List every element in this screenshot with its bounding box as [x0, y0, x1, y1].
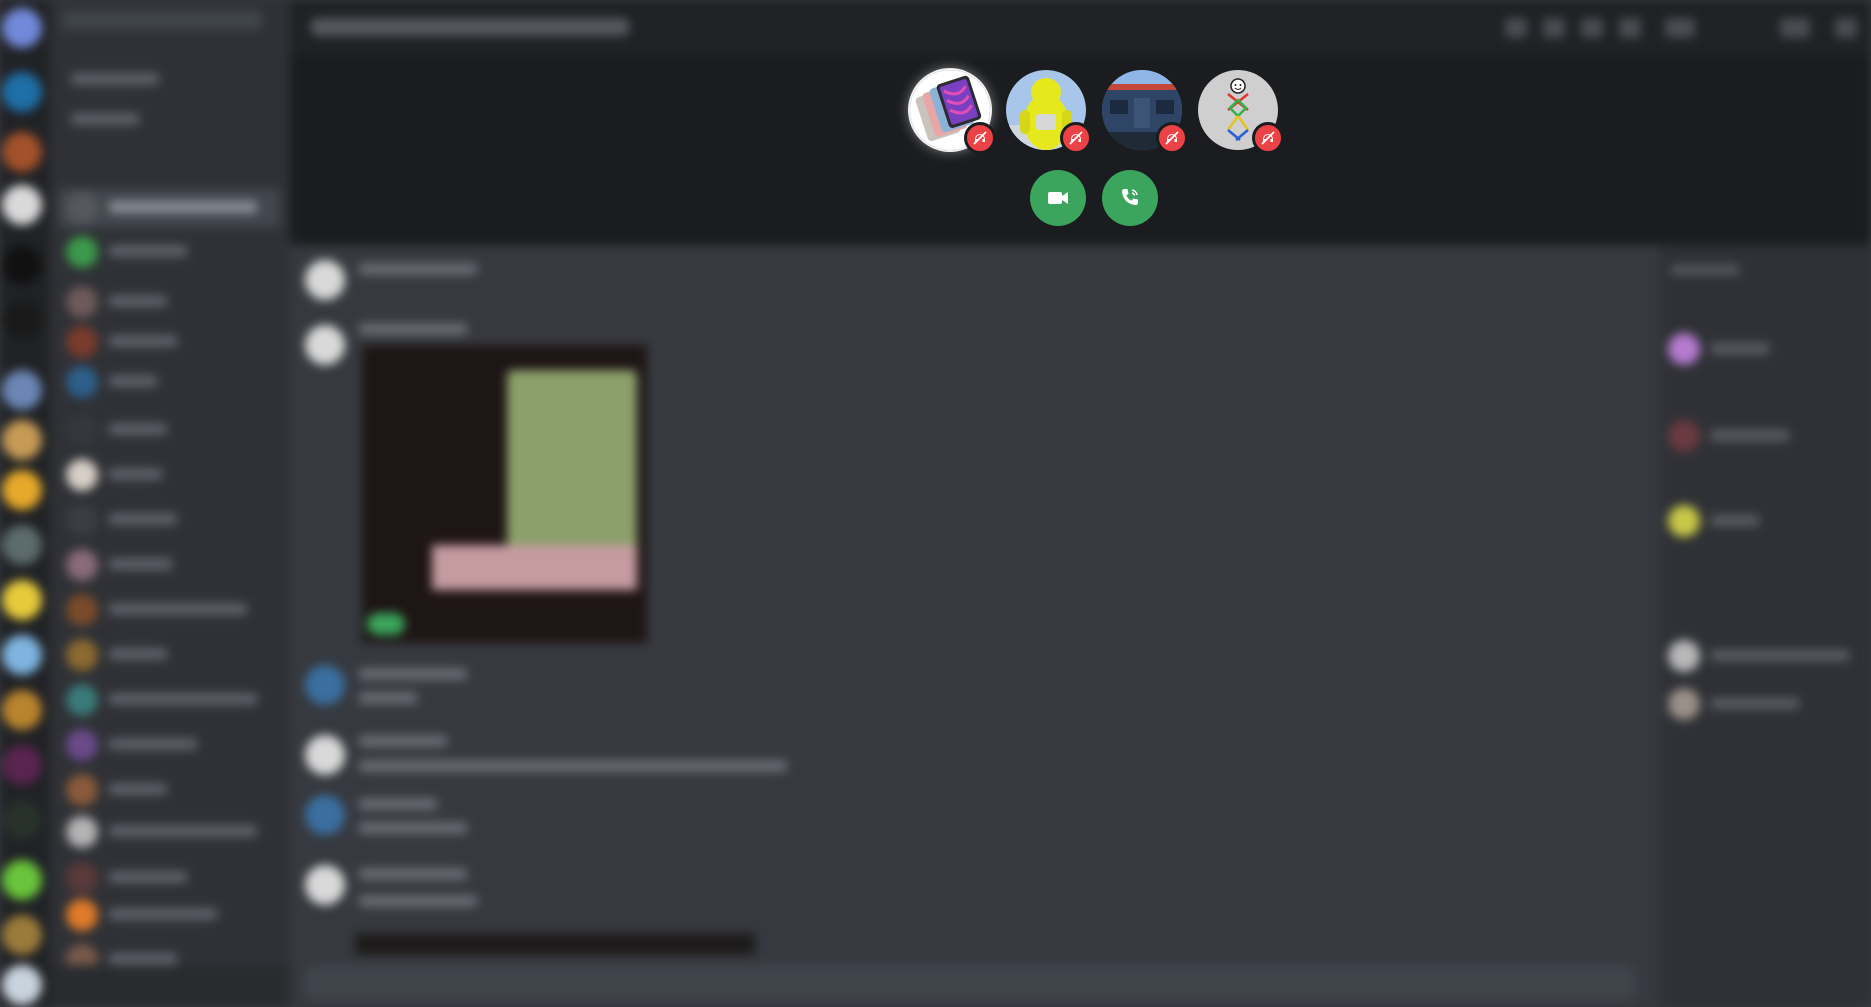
server-icon[interactable]	[2, 470, 42, 510]
member-item[interactable]	[1668, 415, 1858, 457]
server-icon[interactable]	[2, 132, 42, 172]
message-avatar[interactable]	[305, 325, 345, 365]
message-author	[358, 798, 438, 810]
dm-item[interactable]	[58, 322, 280, 362]
server-icon[interactable]	[2, 245, 42, 285]
message-avatar[interactable]	[305, 865, 345, 905]
pin-icon[interactable]	[1581, 18, 1603, 38]
message-author	[358, 868, 468, 880]
members-icon[interactable]	[1665, 18, 1695, 38]
embed-strip[interactable]	[355, 933, 755, 955]
message-author	[358, 323, 468, 335]
conversation-header	[290, 0, 1871, 55]
video-camera-icon	[1048, 192, 1068, 204]
help-icon[interactable]	[1835, 18, 1857, 38]
server-icon[interactable]	[2, 745, 42, 785]
dm-item[interactable]	[58, 590, 280, 630]
call-icon[interactable]	[1505, 18, 1527, 38]
server-icon[interactable]	[2, 860, 42, 900]
dm-item[interactable]	[58, 500, 280, 540]
dm-item[interactable]	[58, 812, 280, 852]
video-call-button[interactable]	[1030, 170, 1086, 226]
server-icon[interactable]	[2, 420, 42, 460]
dm-item-selected[interactable]	[58, 188, 280, 228]
video-icon[interactable]	[1543, 18, 1565, 38]
message-author	[358, 735, 448, 747]
server-icon[interactable]	[2, 635, 42, 675]
deafened-icon	[1156, 122, 1188, 154]
group-dm-title	[310, 18, 630, 36]
member-item[interactable]	[1668, 635, 1858, 677]
dm-item[interactable]	[58, 455, 280, 495]
dm-item[interactable]	[58, 895, 280, 935]
server-icon[interactable]	[2, 185, 42, 225]
call-participant[interactable]	[1102, 70, 1188, 154]
reaction-chip[interactable]	[367, 613, 405, 635]
dm-item[interactable]	[58, 410, 280, 450]
member-item[interactable]	[1668, 500, 1858, 542]
discord-window	[0, 0, 1871, 1007]
direct-messages-sidebar	[50, 0, 290, 1007]
server-icon[interactable]	[2, 300, 42, 340]
dm-item[interactable]	[58, 725, 280, 765]
dm-item[interactable]	[58, 282, 280, 322]
nitro-nav-item[interactable]	[58, 100, 280, 140]
call-participant[interactable]	[1006, 70, 1092, 154]
call-participant[interactable]	[1198, 70, 1284, 154]
message-author	[358, 668, 468, 680]
inbox-icon[interactable]	[1780, 18, 1810, 38]
dm-item[interactable]	[58, 232, 280, 272]
message-text	[358, 822, 468, 834]
server-icon[interactable]	[2, 965, 42, 1005]
image-attachment[interactable]	[362, 345, 647, 643]
message-author	[358, 263, 478, 275]
message-text	[358, 760, 788, 772]
server-icon[interactable]	[2, 370, 42, 410]
server-icon[interactable]	[2, 690, 42, 730]
dm-item[interactable]	[58, 858, 280, 898]
message-input[interactable]	[305, 965, 1635, 1001]
message-avatar[interactable]	[305, 260, 345, 300]
member-item[interactable]	[1668, 683, 1858, 725]
phone-icon	[1122, 189, 1138, 205]
message-avatar[interactable]	[305, 795, 345, 835]
dm-item[interactable]	[58, 545, 280, 585]
friends-nav-item[interactable]	[58, 60, 280, 100]
user-panel	[50, 965, 290, 1007]
find-conversation-input[interactable]	[62, 10, 262, 30]
server-icon[interactable]	[2, 580, 42, 620]
deafened-icon	[964, 122, 996, 154]
voice-call-button[interactable]	[1102, 170, 1158, 226]
member-item[interactable]	[1668, 328, 1858, 370]
dm-item[interactable]	[58, 770, 280, 810]
server-icon[interactable]	[2, 72, 42, 112]
dm-item[interactable]	[58, 362, 280, 402]
message-avatar[interactable]	[305, 735, 345, 775]
server-icon[interactable]	[2, 800, 42, 840]
server-icon[interactable]	[2, 915, 42, 955]
message-text	[358, 692, 418, 704]
message-avatar[interactable]	[305, 665, 345, 705]
message-text	[358, 895, 478, 907]
dm-item[interactable]	[58, 680, 280, 720]
deafened-icon	[1252, 122, 1284, 154]
home-button[interactable]	[2, 8, 42, 48]
server-list	[0, 0, 50, 1007]
deafened-icon	[1060, 122, 1092, 154]
add-friend-icon[interactable]	[1619, 18, 1641, 38]
dm-item[interactable]	[58, 635, 280, 675]
call-participant[interactable]	[910, 70, 996, 154]
server-icon[interactable]	[2, 525, 42, 565]
members-heading	[1670, 265, 1740, 275]
